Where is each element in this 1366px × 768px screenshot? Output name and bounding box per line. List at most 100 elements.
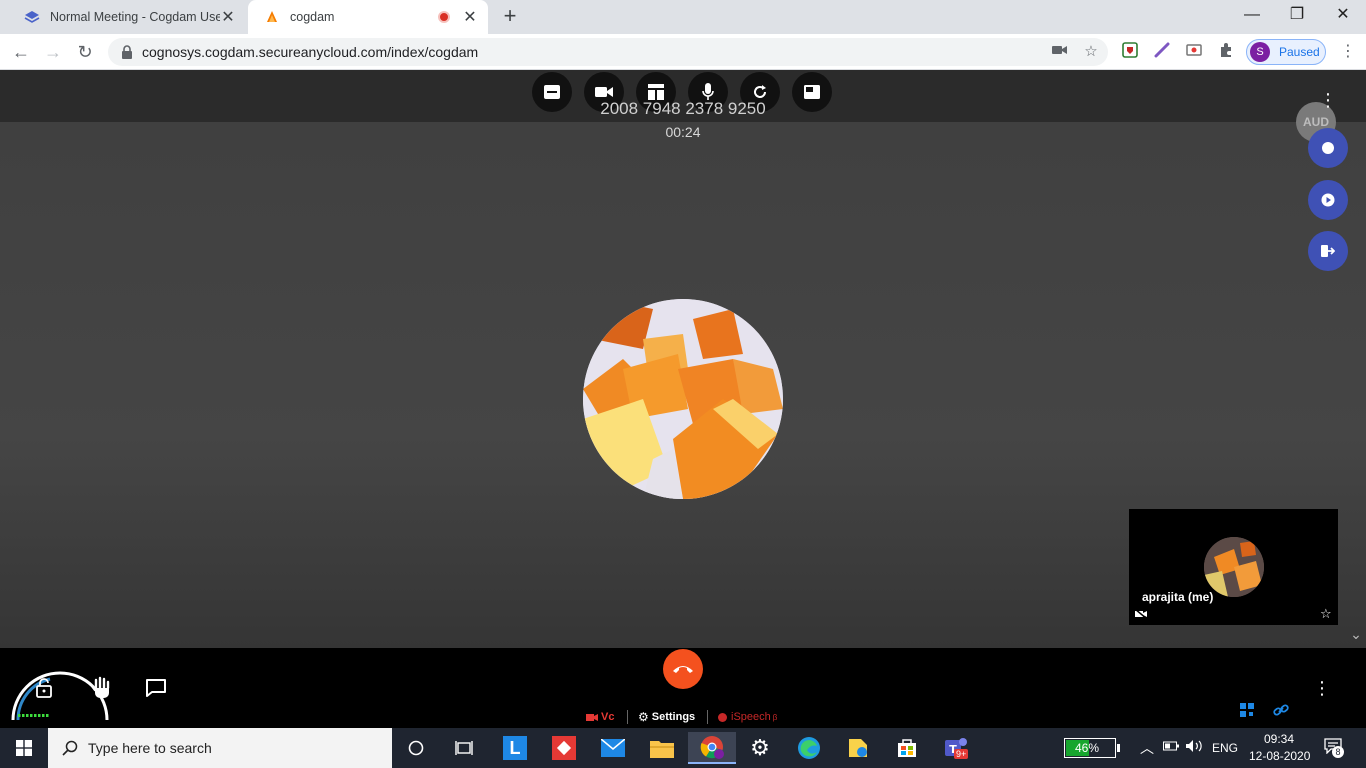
restore-button[interactable]: ❐	[1274, 0, 1320, 30]
link-icon[interactable]	[1273, 703, 1289, 717]
menu-divider	[627, 710, 628, 724]
task-view-icon[interactable]	[448, 732, 480, 764]
ispeech-label: iSpeech	[731, 711, 771, 723]
profile-status: Paused	[1279, 45, 1320, 59]
ispeech-beta-label: β	[772, 712, 778, 722]
taskbar-search-input[interactable]: Type here to search	[48, 728, 392, 768]
grid-layout-icon	[648, 84, 664, 100]
participant-avatar	[583, 299, 783, 499]
video-camera-icon	[595, 87, 613, 97]
phone-hangup-icon	[673, 666, 693, 673]
chrome-menu-icon[interactable]: ⋮	[1338, 42, 1358, 62]
cogdam-flame-icon	[264, 9, 280, 25]
notification-center-icon[interactable]: 8	[1324, 738, 1344, 758]
file-explorer-icon[interactable]	[646, 732, 678, 764]
close-tab-icon[interactable]: ✕	[220, 7, 236, 27]
hang-up-button[interactable]	[663, 649, 703, 689]
chrome-taskbar-icon[interactable]	[688, 732, 736, 764]
search-placeholder: Type here to search	[88, 740, 212, 756]
store-icon[interactable]	[891, 732, 923, 764]
tab-title: cogdam	[290, 10, 335, 24]
app-l-icon[interactable]: L	[499, 732, 531, 764]
forward-arrow-icon[interactable]: →	[40, 39, 66, 65]
vc-label: Vc	[601, 711, 615, 723]
exit-button[interactable]	[1308, 231, 1348, 271]
settings-menu-item[interactable]: ⚙ Settings	[638, 708, 695, 726]
ispeech-menu-item[interactable]: iSpeech β	[718, 708, 777, 726]
extensions-puzzle-icon[interactable]	[1216, 42, 1236, 62]
lock-icon	[122, 45, 132, 59]
extension-cast-icon[interactable]	[1184, 42, 1204, 62]
tab-normal-meeting[interactable]: Normal Meeting - Cogdam User ✕	[8, 0, 246, 34]
gears-icon: ⚙	[638, 710, 649, 724]
sticky-file-icon[interactable]	[842, 732, 874, 764]
teams-icon[interactable]: T 9+	[940, 732, 972, 764]
teams-badge: 9+	[954, 749, 969, 759]
new-tab-button[interactable]: +	[498, 4, 522, 28]
cortana-icon[interactable]	[400, 732, 432, 764]
qr-code-icon[interactable]	[1240, 703, 1254, 717]
profile-button[interactable]: S Paused	[1246, 39, 1326, 65]
record-dot-icon	[1322, 142, 1334, 154]
more-options-icon[interactable]: ⋮	[1312, 678, 1332, 698]
clock-time[interactable]: 09:34	[1264, 732, 1294, 746]
url-text: cognosys.cogdam.secureanycloud.com/index…	[142, 44, 479, 60]
clock-date[interactable]: 12-08-2020	[1249, 749, 1310, 763]
close-window-button[interactable]: ✕	[1320, 0, 1366, 30]
whiteboard-icon	[544, 85, 560, 99]
self-video-tile[interactable]: aprajita (me) ☆	[1129, 509, 1338, 625]
notification-count: 8	[1332, 746, 1344, 758]
pin-star-icon[interactable]: ☆	[1320, 606, 1332, 622]
ispeech-dot-icon	[718, 712, 727, 722]
windows-start-icon[interactable]	[8, 732, 40, 764]
tab-title: Normal Meeting - Cogdam User	[50, 10, 220, 24]
reload-icon[interactable]: ↻	[72, 39, 98, 65]
raise-hand-icon[interactable]	[90, 676, 113, 700]
screen-share-icon	[804, 85, 820, 99]
settings-gear-icon[interactable]: ⚙	[744, 732, 776, 764]
menu-divider	[707, 710, 708, 724]
self-avatar	[1204, 537, 1264, 597]
more-options-icon[interactable]: ⋮	[1318, 90, 1338, 110]
battery-tray-icon[interactable]	[1163, 740, 1179, 755]
camera-off-icon[interactable]	[1135, 609, 1147, 619]
unlock-icon[interactable]	[35, 678, 53, 698]
meeting-id: 2008 7948 2378 9250	[600, 99, 766, 118]
battery-indicator[interactable]: 46%	[1064, 738, 1116, 758]
cogdam-layers-icon	[24, 9, 40, 25]
bookmark-star-icon[interactable]: ☆	[1082, 43, 1100, 61]
close-tab-icon[interactable]: ✕	[462, 7, 478, 27]
battery-tip	[1117, 744, 1120, 752]
browser-toolbar: ← → ↻ cognosys.cogdam.secureanycloud.com…	[0, 34, 1366, 70]
edge-icon[interactable]	[793, 732, 825, 764]
recording-indicator-icon	[438, 11, 450, 23]
language-indicator[interactable]: ENG	[1212, 741, 1238, 755]
self-name-label: aprajita (me)	[1142, 590, 1214, 604]
play-circle-icon	[1321, 193, 1335, 207]
camera-in-use-icon[interactable]	[1050, 43, 1068, 61]
battery-percent: 46%	[1075, 741, 1100, 755]
tab-cogdam[interactable]: cogdam ✕	[248, 0, 488, 34]
meeting-timer: 00:24	[665, 124, 701, 140]
video-camera-icon	[586, 713, 598, 721]
refresh-icon	[754, 85, 766, 98]
chat-icon[interactable]	[145, 678, 167, 698]
search-icon	[62, 740, 78, 756]
anydesk-icon[interactable]	[548, 732, 580, 764]
record-button[interactable]	[1308, 128, 1348, 168]
extension-pen-icon[interactable]	[1152, 42, 1172, 62]
avatar: S	[1250, 42, 1270, 62]
vc-menu-item[interactable]: Vc	[586, 708, 614, 726]
volume-icon[interactable]	[1186, 739, 1204, 756]
settings-label: Settings	[651, 711, 696, 723]
tray-expand-icon[interactable]: ︿	[1140, 738, 1154, 758]
back-arrow-icon[interactable]: ←	[8, 39, 34, 65]
chevron-down-icon[interactable]: ⌄	[1348, 626, 1364, 642]
minimize-button[interactable]: —	[1229, 0, 1275, 30]
exit-door-icon	[1321, 245, 1335, 257]
play-button[interactable]	[1308, 180, 1348, 220]
mail-icon[interactable]	[597, 732, 629, 764]
extension-shield-icon[interactable]	[1120, 42, 1140, 62]
tab-strip: Normal Meeting - Cogdam User ✕ cogdam ✕ …	[0, 0, 1366, 34]
address-bar[interactable]: cognosys.cogdam.secureanycloud.com/index…	[108, 38, 1108, 66]
